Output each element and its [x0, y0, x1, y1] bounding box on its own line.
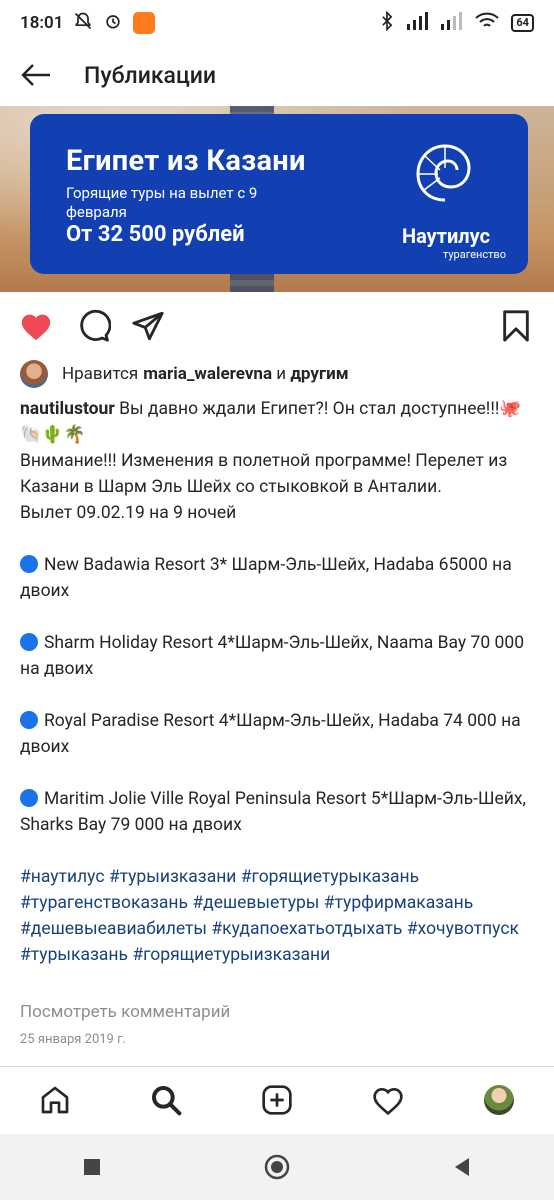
ad-card: Египет из Казани Горящие туры на вылет с…: [30, 114, 528, 274]
likes-summary[interactable]: Нравится maria_walerevna и другим: [20, 360, 349, 388]
caption-line-2: Внимание!!! Изменения в полетной програм…: [20, 451, 508, 497]
send-icon: [132, 311, 164, 341]
blue-circle-icon: [20, 711, 38, 729]
bluetooth-icon: [379, 10, 395, 36]
ad-title: Египет из Казани: [66, 144, 306, 178]
nav-profile[interactable]: [475, 1076, 523, 1124]
hashtag-link[interactable]: #турфирмаказань: [324, 893, 474, 913]
bottom-navigation: [0, 1066, 554, 1133]
likes-others[interactable]: другим: [290, 364, 348, 384]
blue-circle-icon: [20, 789, 38, 807]
heart-filled-icon: [21, 314, 51, 341]
alarm-icon: [103, 11, 123, 36]
nav-search[interactable]: [142, 1076, 190, 1124]
likes-middle: и: [272, 364, 291, 384]
dnd-off-icon: [73, 11, 93, 36]
view-comments-link[interactable]: Посмотреть комментарий: [20, 1002, 230, 1022]
share-button[interactable]: [128, 306, 168, 346]
bookmark-icon: [503, 310, 529, 342]
recents-button[interactable]: [72, 1147, 112, 1187]
hashtag-link[interactable]: #хочувотпуск: [407, 919, 519, 939]
hashtag-link[interactable]: #дешевыетуры: [192, 893, 319, 913]
nav-activity[interactable]: [364, 1076, 412, 1124]
hashtag-link[interactable]: #турыизказани: [109, 867, 237, 887]
hashtag-link[interactable]: #горящиетурыказань: [241, 867, 419, 887]
nav-home[interactable]: [31, 1076, 79, 1124]
comment-button[interactable]: [74, 306, 114, 346]
status-bar: 18:01 64: [0, 0, 554, 46]
wifi-icon: [475, 12, 500, 35]
home-system-button[interactable]: [257, 1147, 297, 1187]
search-icon: [152, 1086, 182, 1116]
save-button[interactable]: [496, 306, 536, 346]
offer-item: Royal Paradise Resort 4*Шарм-Эль-Шейх, H…: [20, 711, 521, 757]
ad-brand: Наутилус: [402, 224, 490, 248]
arrow-back-icon: [21, 64, 50, 86]
post-actions: [0, 302, 554, 348]
ad-subtitle: Горящие туры на вылет с 9 февраля: [66, 184, 258, 221]
nautilus-logo-icon: [416, 144, 471, 202]
battery-indicator: 64: [511, 14, 534, 32]
offer-item: Sharm Holiday Resort 4*Шарм-Эль-Шейх, Na…: [20, 633, 525, 679]
likes-prefix: Нравится: [62, 364, 139, 384]
home-icon: [42, 1086, 69, 1114]
ad-brand-subtitle: турагенство: [442, 248, 506, 261]
back-system-button[interactable]: [442, 1147, 482, 1187]
post-author[interactable]: nautilustour: [20, 399, 115, 419]
signal-icon-2: [441, 11, 463, 35]
add-post-icon: [262, 1085, 292, 1115]
hashtag-link[interactable]: #наутилус: [20, 867, 105, 887]
post-date: 25 января 2019 г.: [20, 1032, 126, 1047]
comment-icon: [80, 309, 111, 342]
hashtag-link[interactable]: #горящиетурыизказани: [132, 945, 330, 965]
profile-avatar: [483, 1085, 514, 1115]
nav-new-post[interactable]: [253, 1076, 301, 1124]
back-button[interactable]: [16, 55, 56, 95]
ad-price: От 32 500 рублей: [66, 222, 245, 247]
status-time: 18:01: [20, 13, 64, 33]
like-button[interactable]: [16, 306, 56, 346]
hashtag-link[interactable]: #дешевыеавиабилеты: [20, 919, 207, 939]
app-bar: Публикации: [0, 46, 554, 104]
offer-item: New Badawia Resort 3* Шарм-Эль-Шейх, Had…: [20, 555, 512, 601]
hashtags: #наутилус #турыизказани #горящиетурыказа…: [20, 864, 534, 968]
mi-app-icon: [133, 12, 156, 34]
blue-circle-icon: [20, 633, 38, 651]
triangle-back-icon: [454, 1158, 469, 1176]
caption-line-3: Вылет 09.02.19 на 9 ночей: [20, 503, 237, 523]
hashtag-link[interactable]: #кудапоехатьотдыхать: [211, 919, 402, 939]
system-navigation: [0, 1134, 554, 1200]
hashtag-link[interactable]: #турагенствоказань: [20, 893, 188, 913]
likes-user[interactable]: maria_walerevna: [143, 364, 272, 384]
liker-avatar: [20, 360, 48, 388]
hashtag-link[interactable]: #турыказань: [20, 945, 128, 965]
square-icon: [84, 1159, 101, 1175]
offer-item: Maritim Jolie Ville Royal Peninsula Reso…: [20, 789, 526, 835]
signal-icon: [407, 11, 429, 35]
circle-icon: [264, 1154, 290, 1180]
post-caption: nautilustour Вы давно ждали Египет?! Он …: [20, 396, 534, 968]
post-image[interactable]: Египет из Казани Горящие туры на вылет с…: [0, 106, 554, 292]
blue-circle-icon: [20, 555, 38, 573]
heart-outline-icon: [373, 1087, 403, 1115]
page-title: Публикации: [84, 61, 217, 89]
